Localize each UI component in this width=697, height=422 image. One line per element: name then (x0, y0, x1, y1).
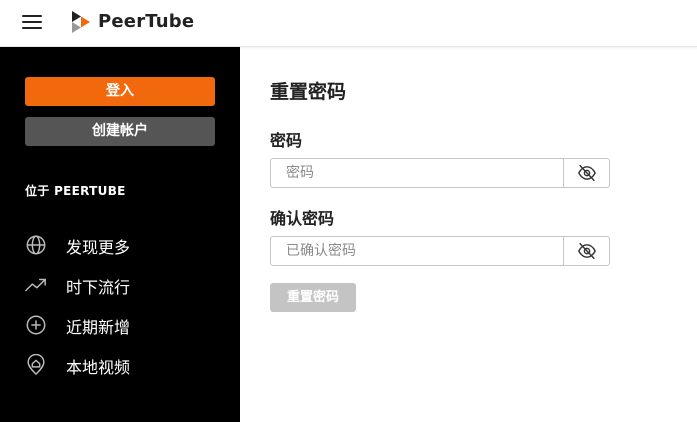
top-header: PeerTube (0, 0, 697, 47)
create-account-button[interactable]: 创建帐户 (25, 117, 215, 146)
sidebar-item-label: 时下流行 (66, 278, 131, 297)
sidebar-section-title: 位于 PEERTUBE (25, 184, 126, 198)
sidebar-item-label: 近期新增 (66, 318, 131, 337)
page-title: 重置密码 (270, 81, 347, 103)
sidebar-item-trending[interactable]: 时下流行 (25, 271, 225, 299)
reset-password-button[interactable]: 重置密码 (270, 283, 356, 312)
globe-icon (26, 235, 46, 255)
main-content: 重置密码 密码 确认密码 重置密码 (240, 47, 697, 422)
eye-off-icon (577, 242, 596, 260)
sidebar-item-local[interactable]: 本地视频 (25, 351, 225, 379)
login-button[interactable]: 登入 (25, 77, 215, 106)
password-input-group (270, 158, 610, 188)
show-password-button[interactable] (563, 159, 609, 187)
confirm-password-input[interactable] (271, 237, 564, 265)
trending-icon (25, 278, 46, 292)
password-input[interactable] (271, 159, 564, 187)
peertube-logo-icon[interactable] (70, 10, 92, 34)
show-confirm-password-button[interactable] (563, 237, 609, 265)
home-pin-icon (27, 354, 45, 375)
hamburger-menu-icon[interactable] (22, 14, 42, 30)
sidebar-item-discover[interactable]: 发现更多 (25, 231, 225, 259)
plus-circle-icon (26, 315, 46, 335)
brand-name[interactable]: PeerTube (98, 11, 194, 32)
confirm-password-input-group (270, 236, 610, 266)
sidebar-item-label: 发现更多 (66, 238, 131, 257)
sidebar: 登入 创建帐户 位于 PEERTUBE 发现更多 时下流行 近期新增 本地视频 (0, 47, 240, 422)
eye-off-icon (577, 164, 596, 182)
sidebar-item-label: 本地视频 (66, 358, 131, 377)
confirm-password-label: 确认密码 (270, 209, 335, 228)
password-label: 密码 (270, 131, 303, 150)
sidebar-item-recent[interactable]: 近期新增 (25, 311, 225, 339)
